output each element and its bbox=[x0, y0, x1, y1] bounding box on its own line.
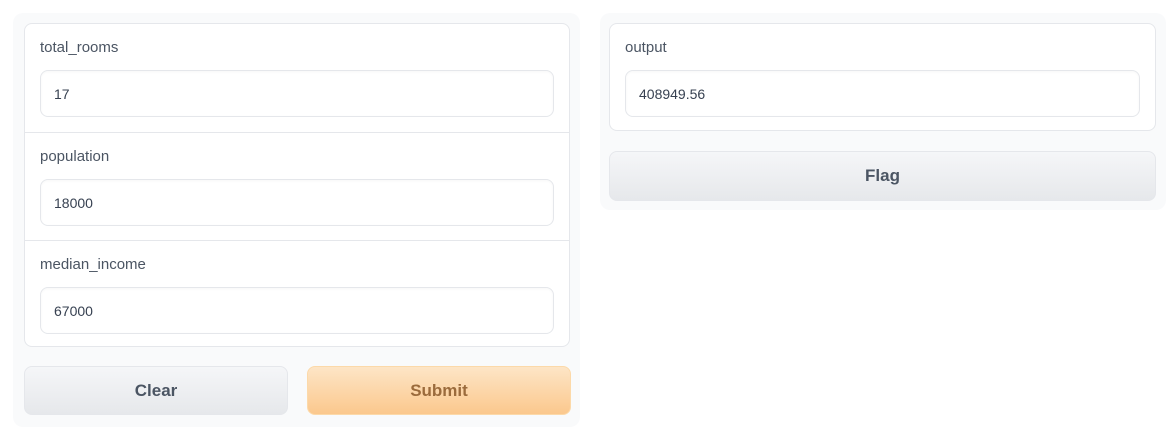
total-rooms-field: total_rooms 17 bbox=[25, 24, 569, 132]
output-value: 408949.56 bbox=[625, 70, 1140, 117]
total-rooms-label: total_rooms bbox=[40, 39, 119, 56]
input-panel: total_rooms 17 population 18000 median_i… bbox=[24, 23, 570, 347]
median-income-input[interactable]: 67000 bbox=[40, 287, 554, 334]
output-label: output bbox=[625, 39, 667, 56]
output-field: output 408949.56 bbox=[610, 24, 1155, 130]
clear-button[interactable]: Clear bbox=[24, 366, 288, 415]
population-field: population 18000 bbox=[25, 132, 569, 240]
median-income-label: median_income bbox=[40, 256, 146, 273]
submit-button[interactable]: Submit bbox=[307, 366, 571, 415]
output-panel: output 408949.56 bbox=[609, 23, 1156, 131]
flag-button[interactable]: Flag bbox=[609, 151, 1156, 201]
output-column: output 408949.56 Flag bbox=[600, 13, 1166, 210]
gradio-interface: total_rooms 17 population 18000 median_i… bbox=[0, 0, 1170, 431]
input-column: total_rooms 17 population 18000 median_i… bbox=[13, 13, 580, 427]
median-income-field: median_income 67000 bbox=[25, 240, 569, 346]
population-input[interactable]: 18000 bbox=[40, 179, 554, 226]
total-rooms-input[interactable]: 17 bbox=[40, 70, 554, 117]
population-label: population bbox=[40, 148, 110, 165]
